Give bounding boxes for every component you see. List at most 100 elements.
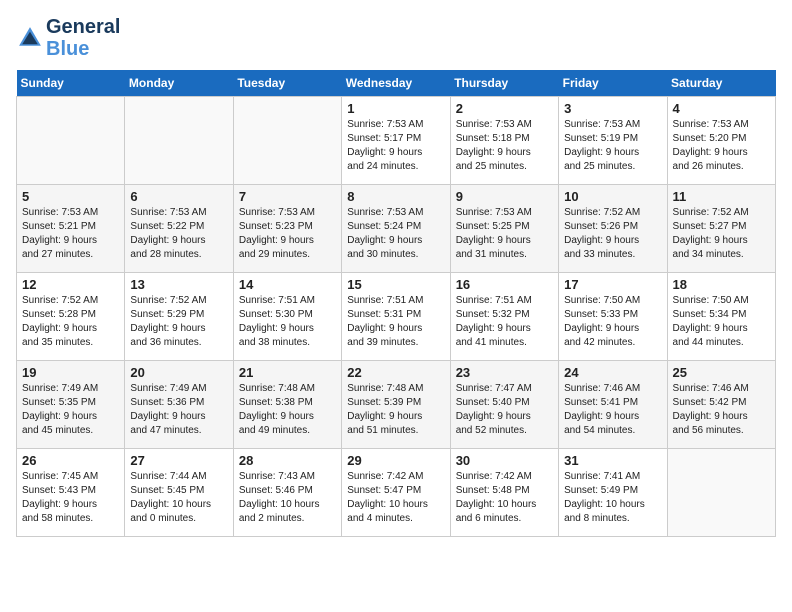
day-info: Sunrise: 7:53 AM Sunset: 5:21 PM Dayligh… xyxy=(22,206,119,262)
day-cell: 24 Sunrise: 7:46 AM Sunset: 5:41 PM Dayli… xyxy=(559,361,667,449)
day-info: Sunrise: 7:53 AM Sunset: 5:25 PM Dayligh… xyxy=(456,206,553,262)
day-cell xyxy=(667,449,775,537)
day-cell: 11 Sunrise: 7:52 AM Sunset: 5:27 PM Dayli… xyxy=(667,185,775,273)
day-cell: 31 Sunrise: 7:41 AM Sunset: 5:49 PM Dayli… xyxy=(559,449,667,537)
day-cell: 2 Sunrise: 7:53 AM Sunset: 5:18 PM Daylig… xyxy=(450,97,558,185)
day-info: Sunrise: 7:42 AM Sunset: 5:48 PM Dayligh… xyxy=(456,470,553,526)
day-number: 4 xyxy=(673,101,770,116)
weekday-header-friday: Friday xyxy=(559,70,667,97)
day-info: Sunrise: 7:52 AM Sunset: 5:29 PM Dayligh… xyxy=(130,294,227,350)
day-number: 15 xyxy=(347,277,444,292)
day-number: 13 xyxy=(130,277,227,292)
day-number: 19 xyxy=(22,365,119,380)
day-cell: 23 Sunrise: 7:47 AM Sunset: 5:40 PM Dayli… xyxy=(450,361,558,449)
day-number: 1 xyxy=(347,101,444,116)
day-number: 11 xyxy=(673,189,770,204)
day-info: Sunrise: 7:44 AM Sunset: 5:45 PM Dayligh… xyxy=(130,470,227,526)
day-number: 6 xyxy=(130,189,227,204)
day-number: 29 xyxy=(347,453,444,468)
week-row-5: 26 Sunrise: 7:45 AM Sunset: 5:43 PM Dayli… xyxy=(17,449,776,537)
day-cell: 12 Sunrise: 7:52 AM Sunset: 5:28 PM Dayli… xyxy=(17,273,125,361)
week-row-1: 1Sunrise: 7:53 AM Sunset: 5:17 PM Daylig… xyxy=(17,97,776,185)
day-number: 31 xyxy=(564,453,661,468)
day-cell: 7 Sunrise: 7:53 AM Sunset: 5:23 PM Daylig… xyxy=(233,185,341,273)
day-cell: 27 Sunrise: 7:44 AM Sunset: 5:45 PM Dayli… xyxy=(125,449,233,537)
day-cell: 6 Sunrise: 7:53 AM Sunset: 5:22 PM Daylig… xyxy=(125,185,233,273)
weekday-header-monday: Monday xyxy=(125,70,233,97)
day-cell: 26 Sunrise: 7:45 AM Sunset: 5:43 PM Dayli… xyxy=(17,449,125,537)
day-number: 22 xyxy=(347,365,444,380)
day-info: Sunrise: 7:43 AM Sunset: 5:46 PM Dayligh… xyxy=(239,470,336,526)
day-number: 24 xyxy=(564,365,661,380)
day-info: Sunrise: 7:53 AM Sunset: 5:23 PM Dayligh… xyxy=(239,206,336,262)
day-cell: 18Sunrise: 7:50 AM Sunset: 5:34 PM Dayli… xyxy=(667,273,775,361)
day-cell: 4 Sunrise: 7:53 AM Sunset: 5:20 PM Daylig… xyxy=(667,97,775,185)
day-cell: 13 Sunrise: 7:52 AM Sunset: 5:29 PM Dayli… xyxy=(125,273,233,361)
day-cell: 1Sunrise: 7:53 AM Sunset: 5:17 PM Daylig… xyxy=(342,97,450,185)
day-number: 23 xyxy=(456,365,553,380)
day-number: 20 xyxy=(130,365,227,380)
day-number: 30 xyxy=(456,453,553,468)
day-info: Sunrise: 7:48 AM Sunset: 5:38 PM Dayligh… xyxy=(239,382,336,438)
day-cell: 22Sunrise: 7:48 AM Sunset: 5:39 PM Dayli… xyxy=(342,361,450,449)
day-cell: 9 Sunrise: 7:53 AM Sunset: 5:25 PM Daylig… xyxy=(450,185,558,273)
day-info: Sunrise: 7:41 AM Sunset: 5:49 PM Dayligh… xyxy=(564,470,661,526)
day-cell: 14Sunrise: 7:51 AM Sunset: 5:30 PM Dayli… xyxy=(233,273,341,361)
day-info: Sunrise: 7:47 AM Sunset: 5:40 PM Dayligh… xyxy=(456,382,553,438)
day-number: 26 xyxy=(22,453,119,468)
logo: General Blue xyxy=(16,16,120,60)
day-info: Sunrise: 7:42 AM Sunset: 5:47 PM Dayligh… xyxy=(347,470,444,526)
day-cell: 19 Sunrise: 7:49 AM Sunset: 5:35 PM Dayli… xyxy=(17,361,125,449)
day-info: Sunrise: 7:53 AM Sunset: 5:20 PM Dayligh… xyxy=(673,118,770,174)
day-number: 5 xyxy=(22,189,119,204)
day-info: Sunrise: 7:53 AM Sunset: 5:22 PM Dayligh… xyxy=(130,206,227,262)
logo-icon xyxy=(16,24,44,52)
day-number: 17 xyxy=(564,277,661,292)
day-number: 14 xyxy=(239,277,336,292)
page-header: General Blue xyxy=(16,16,776,60)
weekday-header-wednesday: Wednesday xyxy=(342,70,450,97)
day-cell: 3Sunrise: 7:53 AM Sunset: 5:19 PM Daylig… xyxy=(559,97,667,185)
day-info: Sunrise: 7:49 AM Sunset: 5:35 PM Dayligh… xyxy=(22,382,119,438)
weekday-header-thursday: Thursday xyxy=(450,70,558,97)
day-cell xyxy=(17,97,125,185)
day-number: 21 xyxy=(239,365,336,380)
day-info: Sunrise: 7:52 AM Sunset: 5:27 PM Dayligh… xyxy=(673,206,770,262)
day-cell: 28 Sunrise: 7:43 AM Sunset: 5:46 PM Dayli… xyxy=(233,449,341,537)
day-number: 8 xyxy=(347,189,444,204)
day-number: 7 xyxy=(239,189,336,204)
day-info: Sunrise: 7:50 AM Sunset: 5:33 PM Dayligh… xyxy=(564,294,661,350)
weekday-header-saturday: Saturday xyxy=(667,70,775,97)
day-number: 10 xyxy=(564,189,661,204)
weekday-header-sunday: Sunday xyxy=(17,70,125,97)
weekday-row: SundayMondayTuesdayWednesdayThursdayFrid… xyxy=(17,70,776,97)
day-cell: 25Sunrise: 7:46 AM Sunset: 5:42 PM Dayli… xyxy=(667,361,775,449)
day-number: 3 xyxy=(564,101,661,116)
calendar-table: SundayMondayTuesdayWednesdayThursdayFrid… xyxy=(16,70,776,537)
weekday-header-tuesday: Tuesday xyxy=(233,70,341,97)
day-cell: 15 Sunrise: 7:51 AM Sunset: 5:31 PM Dayli… xyxy=(342,273,450,361)
calendar-body: 1Sunrise: 7:53 AM Sunset: 5:17 PM Daylig… xyxy=(17,97,776,537)
day-cell xyxy=(233,97,341,185)
day-info: Sunrise: 7:45 AM Sunset: 5:43 PM Dayligh… xyxy=(22,470,119,526)
day-number: 18 xyxy=(673,277,770,292)
day-info: Sunrise: 7:53 AM Sunset: 5:24 PM Dayligh… xyxy=(347,206,444,262)
day-info: Sunrise: 7:53 AM Sunset: 5:18 PM Dayligh… xyxy=(456,118,553,174)
week-row-4: 19 Sunrise: 7:49 AM Sunset: 5:35 PM Dayli… xyxy=(17,361,776,449)
day-cell: 20 Sunrise: 7:49 AM Sunset: 5:36 PM Dayli… xyxy=(125,361,233,449)
day-info: Sunrise: 7:49 AM Sunset: 5:36 PM Dayligh… xyxy=(130,382,227,438)
day-cell: 5 Sunrise: 7:53 AM Sunset: 5:21 PM Daylig… xyxy=(17,185,125,273)
day-info: Sunrise: 7:51 AM Sunset: 5:31 PM Dayligh… xyxy=(347,294,444,350)
week-row-2: 5 Sunrise: 7:53 AM Sunset: 5:21 PM Daylig… xyxy=(17,185,776,273)
day-info: Sunrise: 7:46 AM Sunset: 5:41 PM Dayligh… xyxy=(564,382,661,438)
day-number: 28 xyxy=(239,453,336,468)
week-row-3: 12 Sunrise: 7:52 AM Sunset: 5:28 PM Dayli… xyxy=(17,273,776,361)
day-number: 12 xyxy=(22,277,119,292)
day-number: 9 xyxy=(456,189,553,204)
day-info: Sunrise: 7:51 AM Sunset: 5:32 PM Dayligh… xyxy=(456,294,553,350)
day-number: 2 xyxy=(456,101,553,116)
day-cell xyxy=(125,97,233,185)
day-number: 25 xyxy=(673,365,770,380)
day-info: Sunrise: 7:52 AM Sunset: 5:28 PM Dayligh… xyxy=(22,294,119,350)
day-number: 27 xyxy=(130,453,227,468)
